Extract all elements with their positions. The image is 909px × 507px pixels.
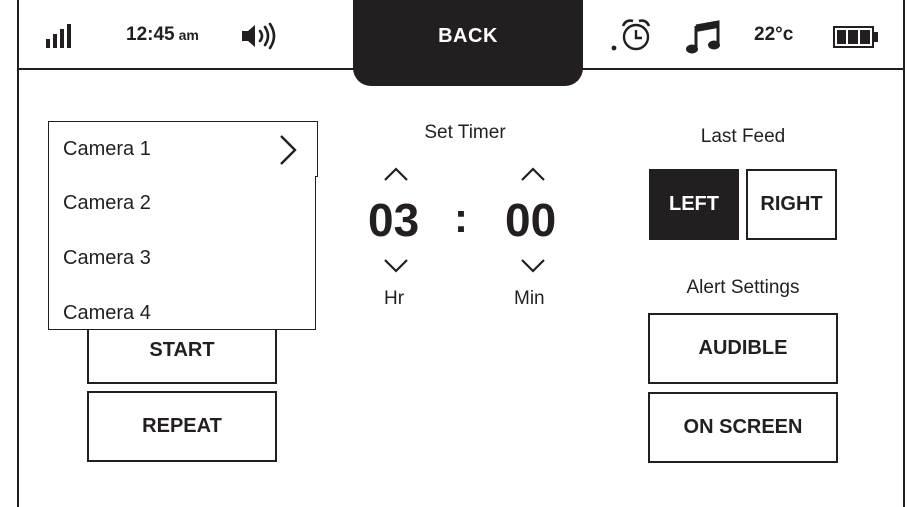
- on-screen-alert-button[interactable]: ON SCREEN: [648, 392, 838, 463]
- hours-value: 03: [368, 194, 420, 246]
- alarm-icon[interactable]: [610, 18, 654, 52]
- camera-option-3[interactable]: Camera 3: [63, 247, 151, 270]
- minutes-value: 00: [505, 194, 557, 246]
- last-feed-title: Last Feed: [700, 126, 786, 147]
- alert-settings-title: Alert Settings: [686, 277, 800, 298]
- repeat-button[interactable]: REPEAT: [87, 391, 277, 462]
- chevron-right-icon: [279, 134, 297, 166]
- hours-up-icon[interactable]: [383, 166, 409, 182]
- back-button[interactable]: BACK: [353, 0, 583, 86]
- minutes-unit-label: Min: [514, 288, 545, 309]
- last-feed-left-button[interactable]: LEFT: [649, 169, 739, 240]
- timer-separator: :: [454, 194, 468, 241]
- signal-icon: [46, 24, 74, 48]
- audible-alert-button[interactable]: AUDIBLE: [648, 313, 838, 384]
- camera-options-list: Camera 2 Camera 3 Camera 4: [48, 176, 316, 330]
- music-icon[interactable]: [686, 20, 722, 54]
- minutes-down-icon[interactable]: [520, 258, 546, 274]
- hours-down-icon[interactable]: [383, 258, 409, 274]
- hours-unit-label: Hr: [384, 288, 405, 309]
- camera-option-4[interactable]: Camera 4: [63, 302, 151, 325]
- temperature: 22°c: [754, 24, 794, 45]
- speaker-icon[interactable]: [240, 22, 280, 50]
- minutes-up-icon[interactable]: [520, 166, 546, 182]
- last-feed-right-button[interactable]: RIGHT: [746, 169, 837, 240]
- battery-icon: [833, 26, 879, 48]
- clock: 12:45 am: [126, 24, 199, 46]
- clock-time: 12:45: [126, 24, 175, 45]
- camera-option-2[interactable]: Camera 2: [63, 192, 151, 215]
- camera-select-value: Camera 1: [63, 138, 151, 160]
- camera-select[interactable]: Camera 1: [48, 121, 318, 177]
- clock-ampm: am: [178, 27, 199, 43]
- timer-title: Set Timer: [424, 122, 506, 143]
